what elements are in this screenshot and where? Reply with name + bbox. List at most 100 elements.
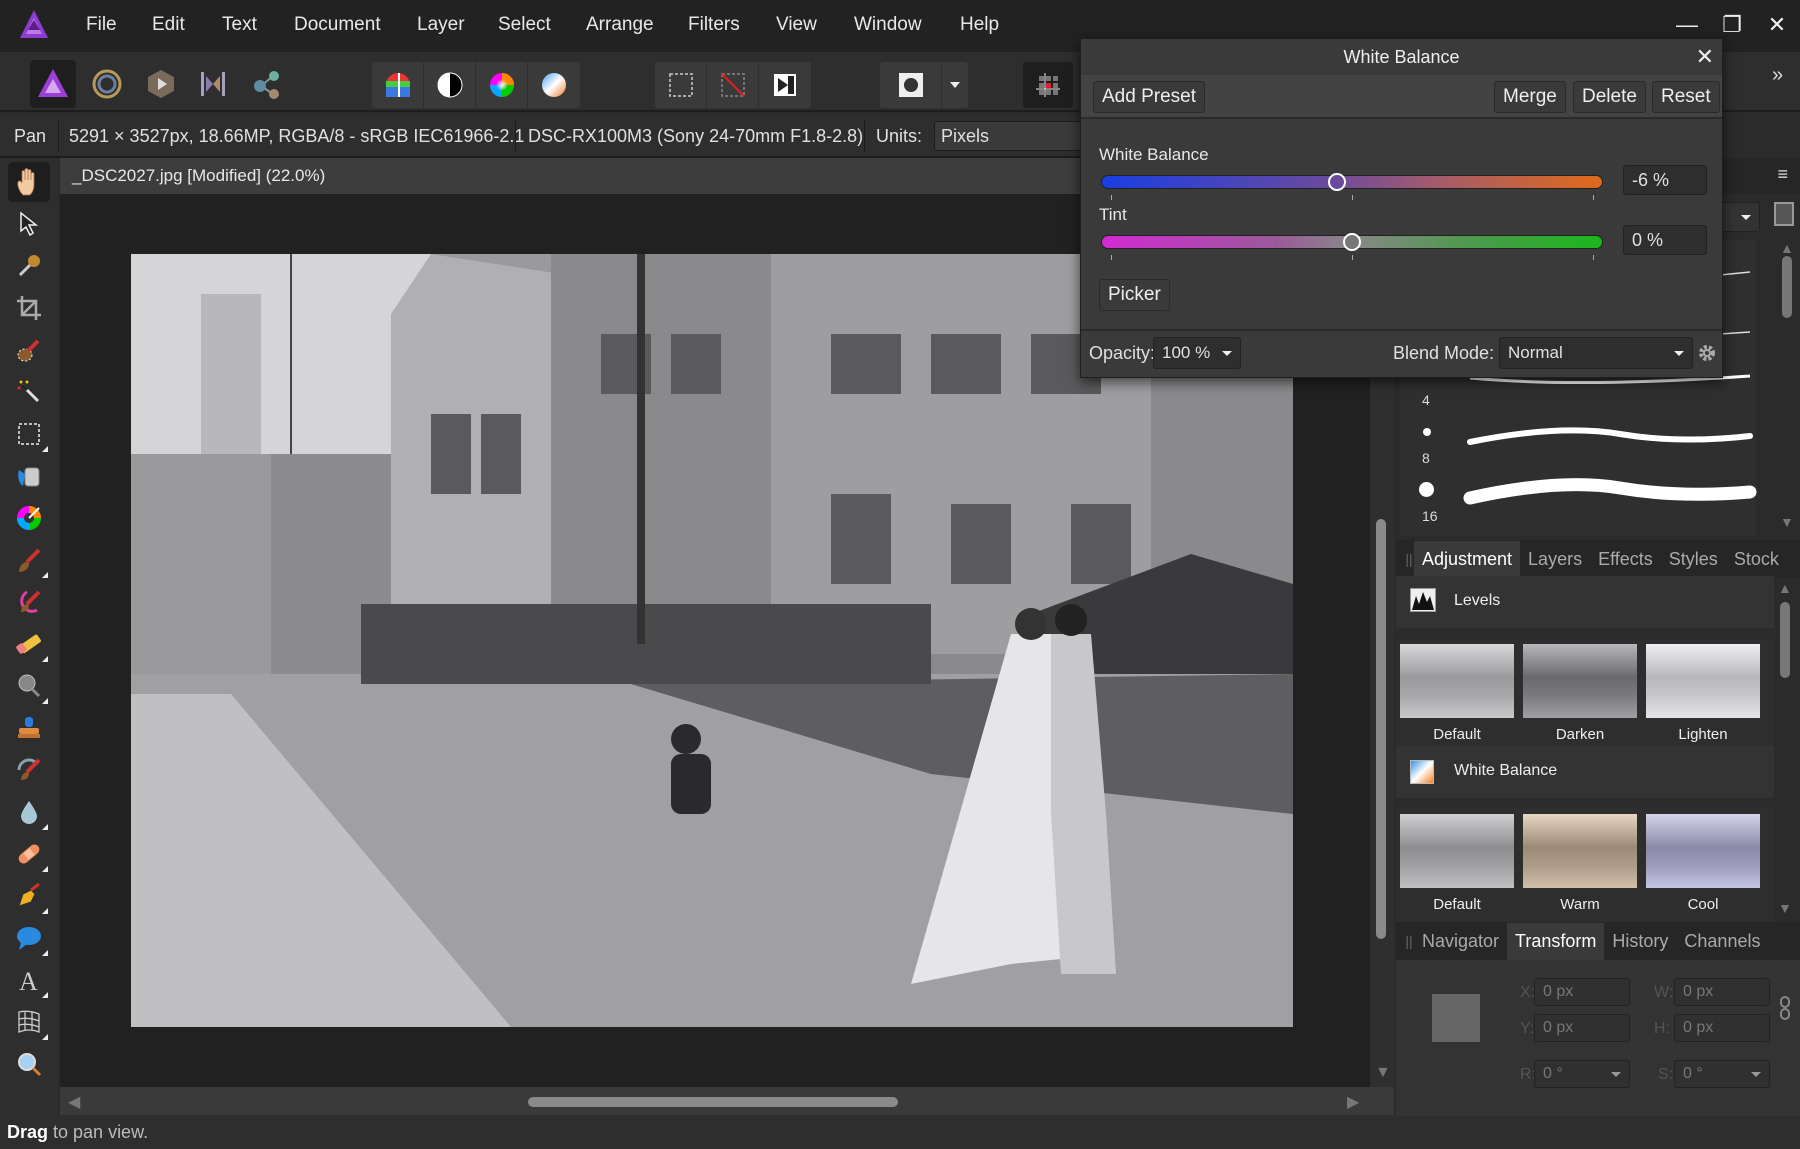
photo-persona-button[interactable] <box>30 60 76 108</box>
vertical-scroll-thumb[interactable] <box>1376 519 1386 939</box>
clone-brush-tool[interactable] <box>8 708 50 748</box>
adjustment-white-balance-header[interactable]: White Balance <box>1396 746 1774 798</box>
marquee-selection-button[interactable] <box>655 62 707 108</box>
close-window-button[interactable]: ✕ <box>1762 10 1792 40</box>
preset-levels-darken[interactable]: Darken <box>1523 644 1637 743</box>
brushes-scroll-thumb[interactable] <box>1782 256 1792 318</box>
link-aspect-icon[interactable] <box>1780 996 1790 1020</box>
scroll-up-arrow-icon[interactable]: ▲ <box>1778 580 1792 596</box>
white-balance-value-field[interactable]: -6 % <box>1623 165 1707 195</box>
shear-field[interactable]: 0 ° <box>1674 1060 1770 1088</box>
preset-wb-cool[interactable]: Cool <box>1646 814 1760 913</box>
develop-persona-button[interactable] <box>138 60 184 108</box>
minimize-button[interactable]: — <box>1672 10 1702 40</box>
dodge-brush-tool[interactable] <box>8 666 50 706</box>
preset-levels-default[interactable]: Default <box>1400 644 1514 743</box>
horizontal-scrollbar[interactable]: ◀ ▶ <box>60 1087 1394 1115</box>
rotation-field[interactable]: 0 ° <box>1534 1060 1630 1088</box>
tab-effects[interactable]: Effects <box>1590 541 1661 578</box>
erase-brush-tool[interactable] <box>8 624 50 664</box>
menu-file[interactable]: File <box>86 14 117 36</box>
picker-button[interactable]: Picker <box>1099 279 1170 311</box>
units-select[interactable]: Pixels <box>934 121 1084 151</box>
tint-slider-knob[interactable] <box>1343 233 1361 251</box>
delete-button[interactable]: Delete <box>1573 81 1646 113</box>
y-field[interactable]: 0 px <box>1534 1014 1630 1042</box>
adjustment-scroll-thumb[interactable] <box>1780 602 1790 678</box>
move-tool[interactable] <box>8 204 50 244</box>
color-wheel-tool[interactable] <box>8 498 50 538</box>
preset-wb-warm[interactable]: Warm <box>1523 814 1637 913</box>
pen-tool[interactable] <box>8 876 50 916</box>
panel-menu-icon[interactable]: ≡ <box>1777 164 1788 185</box>
scroll-down-arrow-icon[interactable]: ▼ <box>1778 900 1792 916</box>
anchor-point-icon[interactable] <box>1428 990 1484 1046</box>
tab-navigator[interactable]: Navigator <box>1414 923 1507 960</box>
auto-contrast-button[interactable] <box>424 62 476 108</box>
auto-levels-button[interactable] <box>372 62 424 108</box>
export-persona-button[interactable] <box>244 60 290 108</box>
tint-slider[interactable] <box>1101 233 1603 251</box>
affinity-photo-logo-icon[interactable] <box>18 8 50 42</box>
tab-adjustment[interactable]: Adjustment <box>1414 540 1521 578</box>
menu-layer[interactable]: Layer <box>417 14 465 36</box>
liquify-persona-button[interactable] <box>84 60 130 108</box>
scroll-up-arrow-icon[interactable]: ▲ <box>1780 240 1794 256</box>
horizontal-scroll-thumb[interactable] <box>528 1097 898 1107</box>
blur-brush-tool[interactable] <box>8 792 50 832</box>
color-picker-tool[interactable] <box>8 246 50 286</box>
restore-button[interactable]: ❐ <box>1717 10 1747 40</box>
invert-selection-button[interactable] <box>759 62 811 108</box>
preset-wb-default[interactable]: Default <box>1400 814 1514 913</box>
close-icon[interactable]: ✕ <box>1696 39 1714 75</box>
tab-styles[interactable]: Styles <box>1661 541 1726 578</box>
scroll-right-arrow-icon[interactable]: ▶ <box>1347 1092 1359 1112</box>
tab-channels[interactable]: Channels <box>1676 923 1768 960</box>
adjustment-scrollbar[interactable]: ▲ ▼ <box>1776 580 1796 920</box>
panel-grip-icon[interactable]: || <box>1396 551 1414 567</box>
menu-filters[interactable]: Filters <box>688 14 740 36</box>
merge-button[interactable]: Merge <box>1494 81 1566 113</box>
zoom-tool[interactable] <box>8 1044 50 1084</box>
rectangular-marquee-tool[interactable] <box>8 414 50 454</box>
tab-history[interactable]: History <box>1604 923 1676 960</box>
adjustment-levels-header[interactable]: Levels <box>1396 576 1774 628</box>
clear-selection-button[interactable] <box>707 62 759 108</box>
quick-mask-dropdown[interactable] <box>942 62 968 108</box>
hand-tool[interactable] <box>8 162 50 202</box>
tab-stock[interactable]: Stock <box>1726 541 1787 578</box>
quick-mask-button[interactable] <box>880 62 942 108</box>
crop-tool[interactable] <box>8 288 50 328</box>
scroll-down-arrow-icon[interactable]: ▼ <box>1375 1064 1391 1082</box>
toolbar-overflow-button[interactable]: » <box>1772 64 1783 87</box>
snapping-button[interactable] <box>1023 62 1073 108</box>
width-field[interactable]: 0 px <box>1674 978 1770 1006</box>
tint-value-field[interactable]: 0 % <box>1623 225 1707 255</box>
menu-select[interactable]: Select <box>498 14 551 36</box>
tone-mapping-persona-button[interactable] <box>190 60 236 108</box>
opacity-dropdown[interactable]: 100 % <box>1153 337 1241 369</box>
list-view-icon[interactable] <box>1774 202 1794 226</box>
flood-select-tool[interactable] <box>8 372 50 412</box>
scroll-left-arrow-icon[interactable]: ◀ <box>68 1092 80 1112</box>
reset-button[interactable]: Reset <box>1652 81 1720 113</box>
flood-fill-tool[interactable] <box>8 456 50 496</box>
healing-brush-tool[interactable] <box>8 834 50 874</box>
gear-icon[interactable] <box>1697 343 1717 363</box>
auto-colors-button[interactable] <box>476 62 528 108</box>
mesh-warp-tool[interactable] <box>8 1002 50 1042</box>
auto-white-balance-button[interactable] <box>528 62 580 108</box>
scroll-down-arrow-icon[interactable]: ▼ <box>1780 514 1794 530</box>
tab-layers[interactable]: Layers <box>1520 541 1590 578</box>
blend-mode-dropdown[interactable]: Normal <box>1499 337 1693 369</box>
preset-levels-lighten[interactable]: Lighten <box>1646 644 1760 743</box>
dialog-titlebar[interactable]: White Balance ✕ <box>1081 39 1722 75</box>
menu-document[interactable]: Document <box>294 14 381 36</box>
menu-help[interactable]: Help <box>960 14 999 36</box>
menu-text[interactable]: Text <box>222 14 257 36</box>
menu-edit[interactable]: Edit <box>152 14 185 36</box>
menu-window[interactable]: Window <box>854 14 922 36</box>
menu-arrange[interactable]: Arrange <box>586 14 654 36</box>
panel-grip-icon[interactable]: || <box>1396 933 1414 949</box>
white-balance-slider[interactable] <box>1101 173 1603 191</box>
